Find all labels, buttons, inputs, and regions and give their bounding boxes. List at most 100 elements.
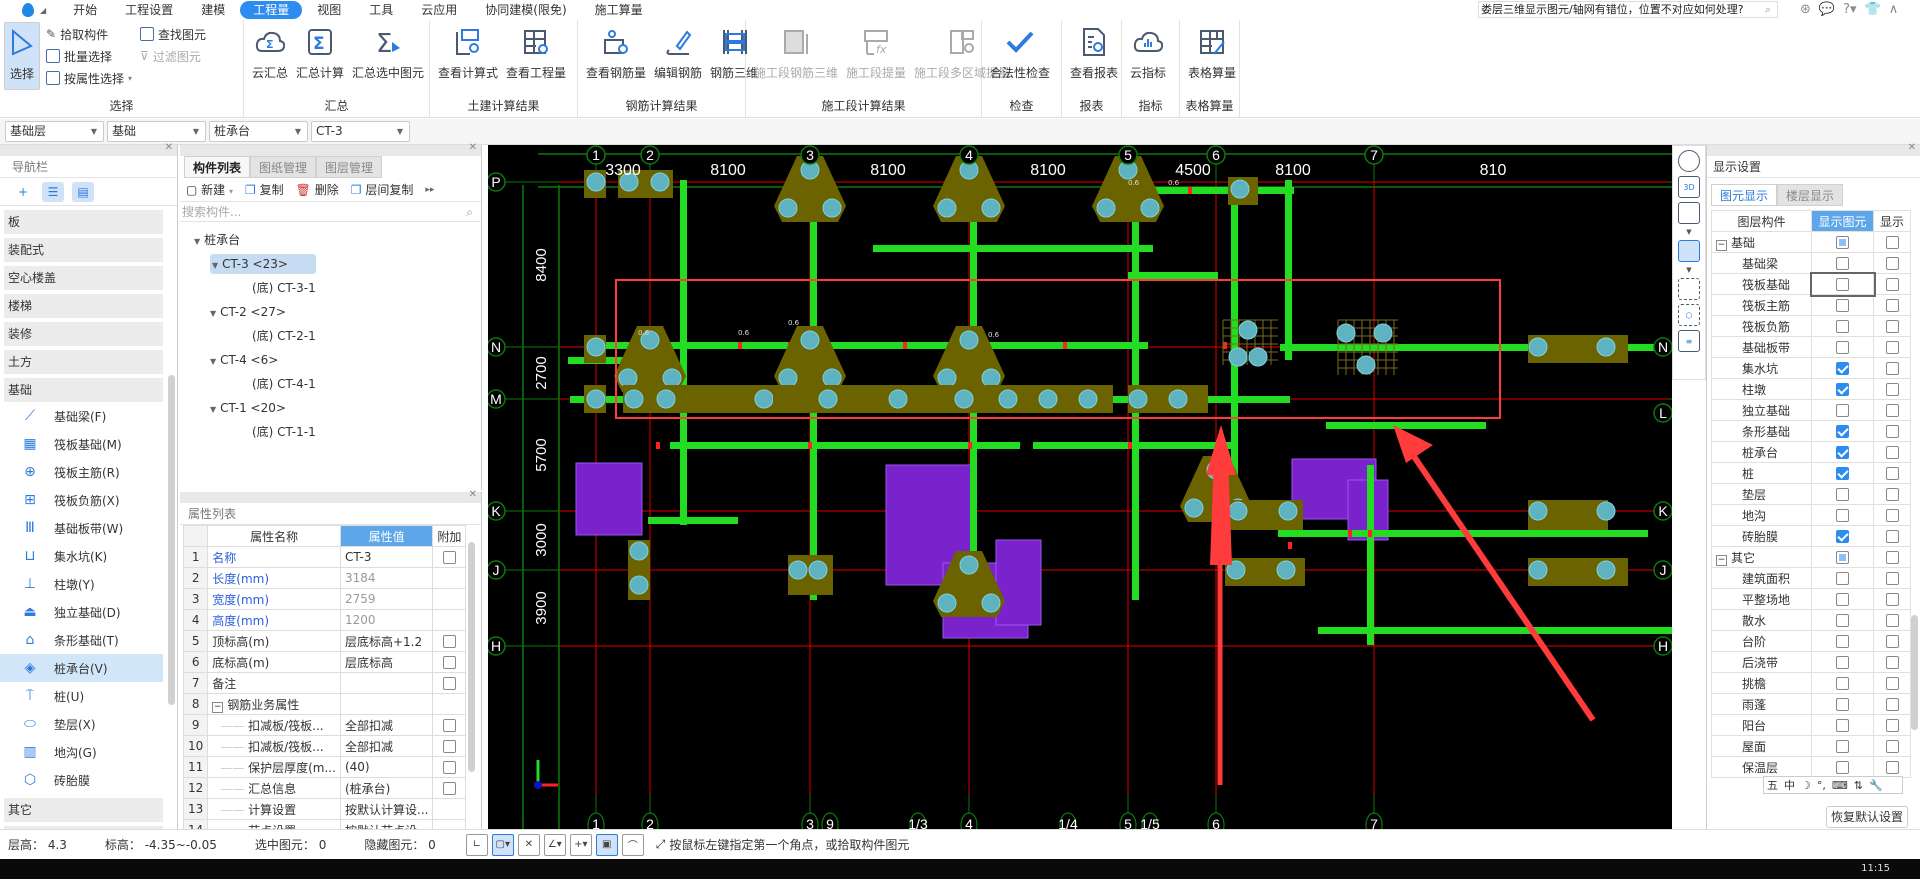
scrollbar[interactable] — [168, 375, 175, 705]
property-row[interactable]: 5 顶标高(m) 层底标高+1.2 — [182, 630, 467, 652]
show-checkbox[interactable] — [1885, 299, 1899, 312]
component-type-select[interactable]: 桩承台 ▼ — [209, 121, 308, 142]
ortho-icon[interactable]: ∟ — [465, 833, 488, 856]
tree-node[interactable]: ▼ CT-4 <6> — [180, 348, 481, 372]
copy-button[interactable]: ❐ 复制 — [245, 181, 284, 198]
property-row[interactable]: 13 —— 计算设置 按默认计算设... — [182, 798, 467, 820]
restore-defaults-button[interactable]: 恢复默认设置 — [1826, 806, 1908, 828]
show-checkbox[interactable] — [1885, 656, 1899, 669]
show-checkbox[interactable] — [1885, 677, 1899, 690]
show-checkbox[interactable] — [1885, 509, 1899, 522]
3d-view-icon[interactable]: 3D — [1678, 176, 1700, 198]
floor-copy-button[interactable]: ❐ 层间复制 — [351, 181, 414, 198]
show-element-checkbox[interactable] — [1836, 488, 1849, 501]
ime-button[interactable]: 🔧 — [1869, 779, 1883, 792]
sum-calc-button[interactable]: Σ 汇总计算 — [292, 22, 348, 84]
show-checkbox[interactable] — [1885, 425, 1899, 438]
view-rebar-button[interactable]: 查看钢筋量 — [582, 22, 650, 84]
tree-node[interactable]: ▼ CT-3 <23> — [180, 252, 481, 276]
show-checkbox[interactable] — [1885, 362, 1899, 375]
app-logo-icon[interactable] — [22, 3, 34, 17]
app-menu-arrow-icon[interactable]: ◢ — [40, 6, 46, 15]
nav-category[interactable]: 装配式 — [4, 238, 163, 262]
property-value[interactable]: 按默认计算设... — [339, 798, 434, 820]
attach-checkbox[interactable] — [442, 635, 456, 648]
tab-layer-management[interactable]: 图层管理 — [316, 156, 383, 178]
nav-item[interactable]: ▥ 地沟(G) — [0, 738, 163, 766]
ime-button[interactable]: ☽ — [1801, 779, 1811, 792]
menu-tab[interactable]: 工具 — [356, 1, 406, 19]
property-value[interactable]: 2759 — [339, 588, 434, 610]
search-icon[interactable]: ⌕ — [466, 202, 473, 222]
property-value[interactable]: 1200 — [339, 609, 434, 631]
show-checkbox[interactable] — [1885, 341, 1899, 354]
show-element-checkbox[interactable] — [1836, 635, 1849, 648]
nav-item[interactable]: Ⅲ 基础板带(W) — [0, 514, 163, 542]
show-element-checkbox[interactable] — [1836, 362, 1849, 375]
collapse-icon[interactable]: − — [212, 701, 224, 713]
region-select-icon[interactable] — [1678, 278, 1700, 300]
floor-select[interactable]: 基础层 ▼ — [5, 121, 104, 142]
user-icon[interactable]: ⊛ — [1800, 0, 1811, 20]
show-element-checkbox[interactable] — [1836, 320, 1849, 333]
nav-category[interactable]: 空心楼盖 — [4, 266, 163, 290]
show-element-checkbox[interactable] — [1836, 614, 1849, 627]
more-tools-icon[interactable]: ▸▸ — [425, 185, 434, 195]
legality-check-button[interactable]: 合法性检查 — [986, 22, 1054, 84]
close-icon[interactable]: ✕ — [469, 142, 477, 153]
collapse-icon[interactable]: − — [1716, 239, 1727, 251]
property-value[interactable]: 3184 — [339, 567, 434, 589]
property-value[interactable]: 层底标高 — [339, 651, 434, 673]
show-element-checkbox[interactable] — [1836, 572, 1849, 585]
find-element-button[interactable]: 查找图元 — [140, 24, 206, 44]
show-element-checkbox[interactable] — [1836, 719, 1849, 732]
menu-tab[interactable]: 协同建模(限免) — [472, 1, 579, 19]
nav-item[interactable]: ⬭ 垫层(X) — [0, 710, 163, 738]
view-quantity-button[interactable]: 查看工程量 — [502, 22, 570, 84]
property-row[interactable]: 3 宽度(mm) 2759 — [182, 588, 467, 610]
menu-tab[interactable]: 云应用 — [408, 1, 470, 19]
dynamic-input-icon[interactable]: ▣ — [595, 833, 618, 856]
chevron-down-icon[interactable]: ▼ — [1686, 228, 1691, 236]
tree-node[interactable]: ▼ CT-2 <27> — [180, 300, 481, 324]
nav-item[interactable]: ⟋ 基础梁(F) — [0, 402, 163, 430]
tree-root[interactable]: ▼ 桩承台 — [180, 228, 481, 252]
ime-button[interactable]: °, — [1817, 779, 1826, 792]
expand-icon[interactable]: ▼ — [210, 309, 216, 318]
property-row[interactable]: 7 备注 — [182, 672, 467, 694]
attach-checkbox[interactable] — [442, 782, 456, 795]
show-element-checkbox[interactable] — [1836, 446, 1849, 459]
tab-drawing-management[interactable]: 图纸管理 — [250, 156, 317, 178]
cad-drawing[interactable]: 1 2 3 4 5 6 7 3300 8100 8100 8100 4500 8100 810 P N M K J H… — [488, 145, 1672, 829]
attach-checkbox[interactable] — [442, 761, 456, 774]
show-element-checkbox[interactable] — [1836, 404, 1849, 417]
show-checkbox[interactable] — [1885, 551, 1899, 564]
nav-category[interactable]: 基础 — [4, 378, 163, 402]
property-row[interactable]: 8− 钢筋业务属性 — [182, 693, 467, 715]
drawing-canvas[interactable]: 1 2 3 4 5 6 7 3300 8100 8100 8100 4500 8100 810 P N M K J H… — [488, 145, 1672, 829]
expand-icon[interactable]: ▼ — [210, 357, 216, 366]
collapse-ribbon-icon[interactable]: ∧ — [1889, 0, 1899, 20]
scrollbar[interactable] — [468, 542, 475, 772]
nav-category[interactable]: 装修 — [4, 322, 163, 346]
property-row[interactable]: 1 名称 CT-3 — [182, 546, 467, 568]
show-element-checkbox[interactable] — [1836, 551, 1849, 564]
property-value[interactable]: 层底标高+1.2 — [339, 630, 434, 652]
expand-icon[interactable]: ▼ — [210, 405, 216, 414]
show-checkbox[interactable] — [1885, 257, 1899, 270]
show-checkbox[interactable] — [1885, 446, 1899, 459]
new-button[interactable]: ▢ 新建 ▾ — [186, 181, 233, 198]
menu-tab[interactable]: 工程量 — [240, 1, 303, 19]
help-search-input[interactable]: 娄层三维显示图元/轴网有错位，位置不对应如何处理? ⌕ — [1478, 1, 1778, 18]
menu-tab[interactable]: 开始 — [60, 1, 110, 19]
show-checkbox[interactable] — [1885, 320, 1899, 333]
tab-component-list[interactable]: 构件列表 — [184, 156, 251, 178]
show-element-checkbox[interactable] — [1836, 299, 1849, 312]
show-checkbox[interactable] — [1885, 278, 1899, 291]
snap-icon[interactable]: +▾ — [569, 833, 592, 856]
pick-component-button[interactable]: ✎ 拾取构件 — [46, 24, 132, 44]
nav-item[interactable]: ⍑ 桩(U) — [0, 682, 163, 710]
sum-selected-button[interactable]: Σ 汇总选中图元 — [348, 22, 428, 84]
list-view-icon[interactable]: ☰ — [42, 181, 64, 202]
property-row[interactable]: 9 —— 扣减板/筏板... 全部扣减 — [182, 714, 467, 736]
